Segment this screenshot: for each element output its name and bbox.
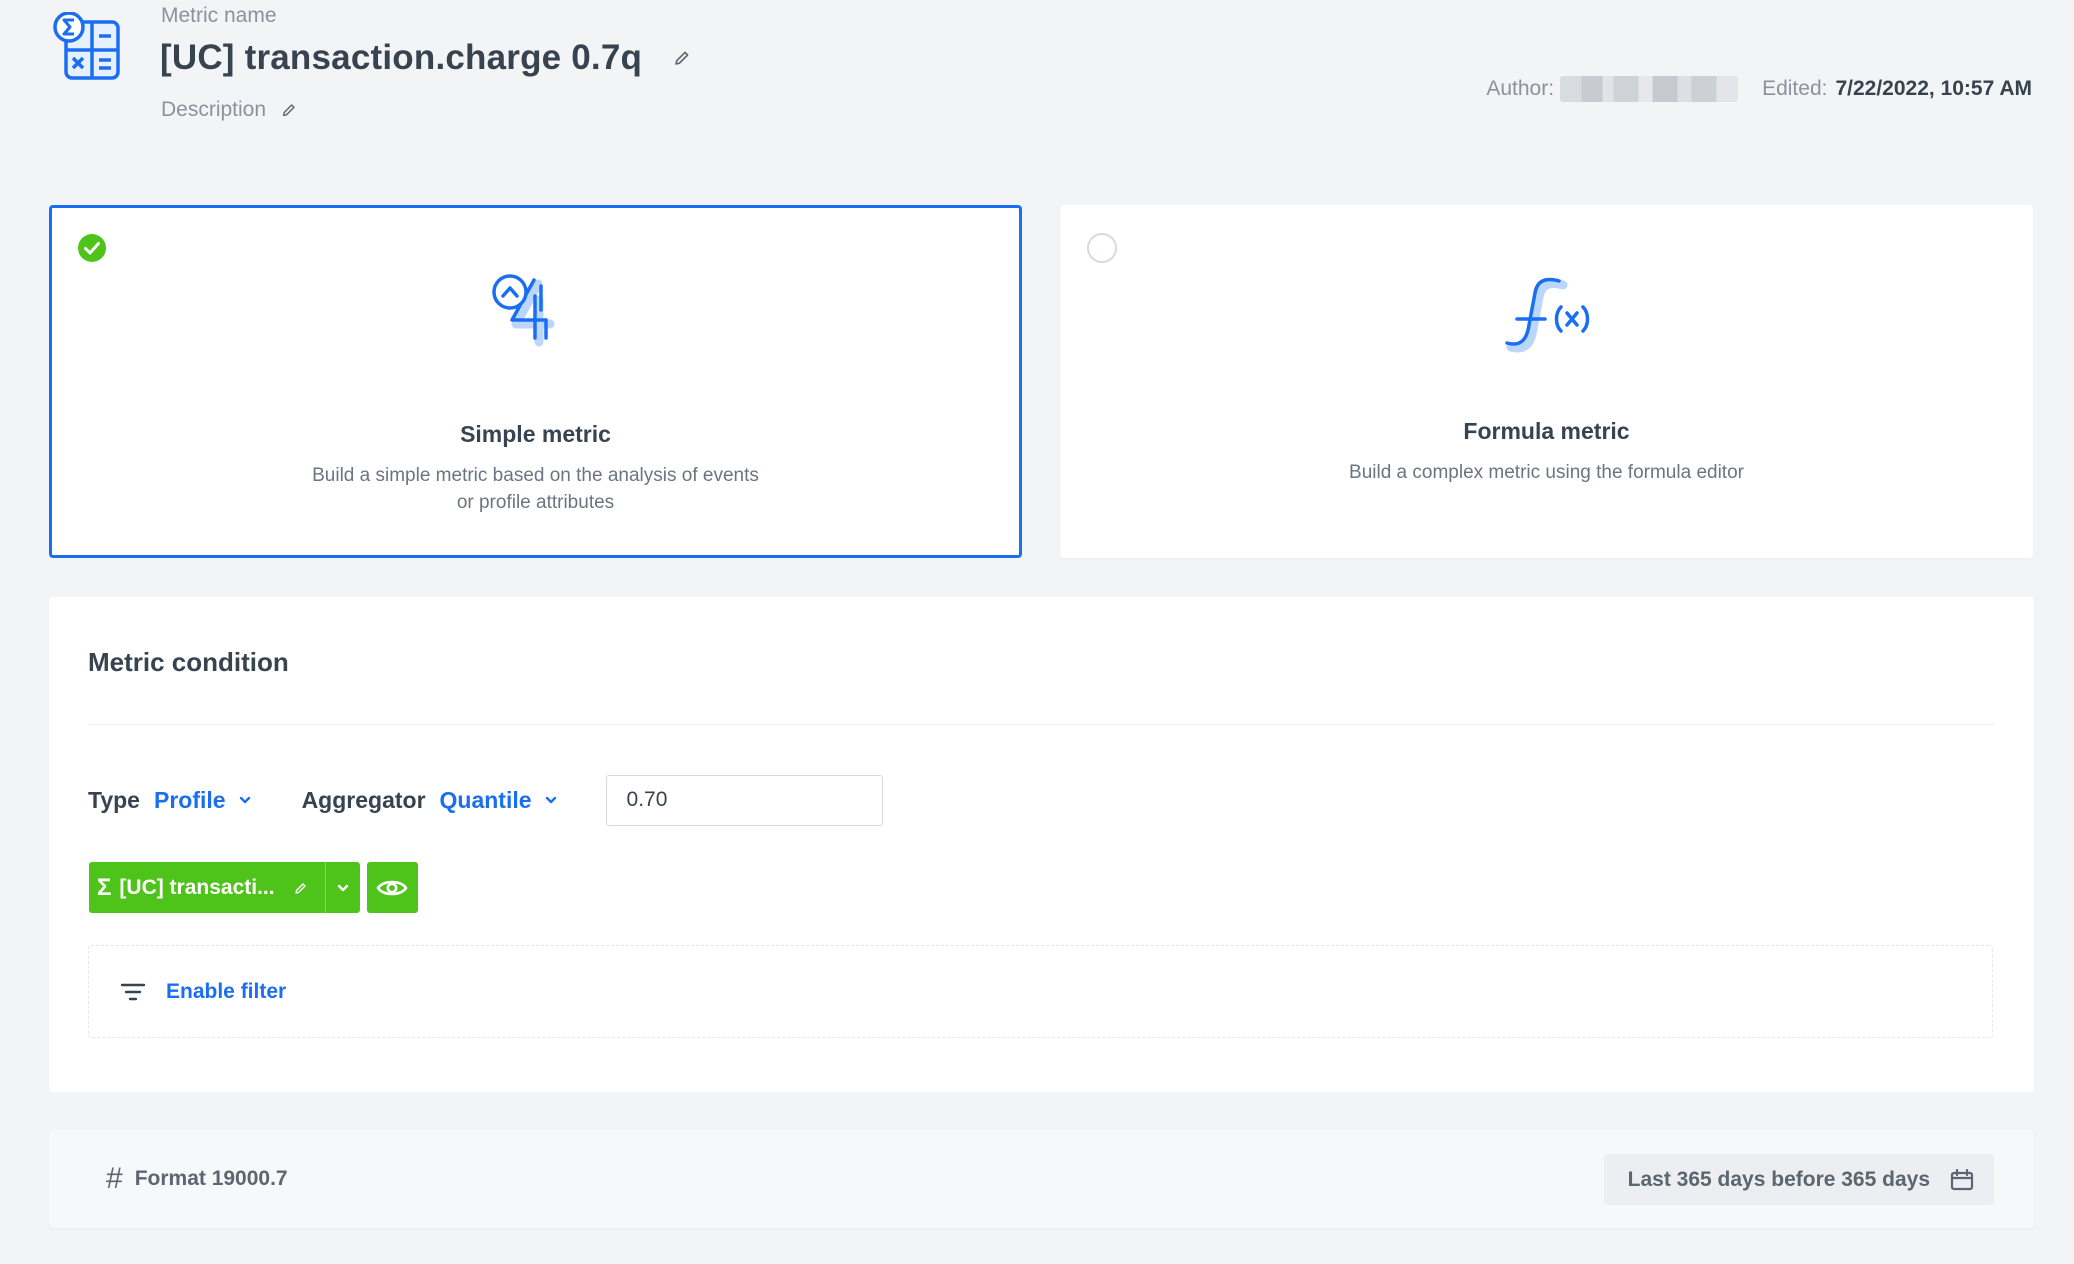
- date-range-label: Last 365 days before 365 days: [1627, 1167, 1930, 1191]
- sigma-icon: Σ: [97, 873, 112, 901]
- chevron-down-icon: [239, 796, 250, 804]
- simple-metric-title: Simple metric: [460, 421, 611, 447]
- author-label: Author:: [1486, 77, 1555, 100]
- selected-check-icon: [78, 234, 106, 262]
- metric-header: Metric name [UC] transaction.charge 0.7q…: [0, 0, 2074, 160]
- aggregator-label: Aggregator: [301, 786, 426, 813]
- metric-condition-title: Metric condition: [88, 647, 289, 677]
- calendar-icon: [1950, 1168, 1974, 1190]
- aggregator-dropdown[interactable]: Quantile: [440, 787, 558, 814]
- simple-metric-icon: [491, 274, 554, 347]
- type-label: Type: [88, 786, 140, 813]
- edit-attribute-icon[interactable]: [293, 880, 309, 896]
- preview-button[interactable]: [366, 862, 418, 913]
- format-label: Format 19000.7: [134, 1167, 288, 1190]
- attribute-pill[interactable]: Σ [UC] transacti...: [89, 862, 360, 913]
- description-label[interactable]: Description: [161, 98, 266, 122]
- formula-metric-description: Build a complex metric using the formula…: [1349, 462, 1744, 483]
- condition-settings-row: Type Profile Aggregator Quantile: [88, 772, 883, 828]
- filter-icon: [120, 983, 146, 1000]
- aggregator-dropdown-value: Quantile: [439, 786, 532, 813]
- date-range-button[interactable]: Last 365 days before 365 days: [1603, 1154, 1994, 1205]
- enable-filter-link[interactable]: Enable filter: [166, 980, 286, 1004]
- quantile-input[interactable]: [605, 774, 883, 826]
- hash-icon: #: [106, 1162, 123, 1195]
- edit-title-icon[interactable]: [672, 48, 692, 68]
- metric-meta: Author: Edited: 7/22/2022, 10:57 AM: [1486, 76, 2032, 102]
- metric-title-row: [UC] transaction.charge 0.7q: [160, 38, 692, 78]
- chevron-down-icon[interactable]: [336, 881, 350, 895]
- formula-metric-card[interactable]: Formula metric Build a complex metric us…: [1060, 205, 2033, 558]
- simple-metric-description: Build a simple metric based on the analy…: [312, 465, 759, 513]
- enable-filter-box[interactable]: Enable filter: [88, 945, 1993, 1038]
- type-dropdown[interactable]: Profile: [154, 787, 252, 814]
- eye-icon: [376, 880, 408, 895]
- description-row: Description: [161, 98, 298, 122]
- format-selector[interactable]: # Format 19000.7: [106, 1130, 288, 1228]
- edit-description-icon[interactable]: [280, 101, 298, 119]
- attribute-pill-label: [UC] transacti...: [119, 875, 275, 899]
- edited-timestamp: 7/22/2022, 10:57 AM: [1835, 77, 2032, 100]
- type-dropdown-value: Profile: [153, 786, 226, 813]
- chevron-down-icon: [545, 796, 556, 804]
- simple-metric-card[interactable]: Simple metric Build a simple metric base…: [49, 205, 1022, 558]
- divider: [88, 724, 1995, 725]
- edited-label: Edited:: [1762, 77, 1828, 100]
- metric-title[interactable]: [UC] transaction.charge 0.7q: [160, 38, 642, 78]
- metric-condition-panel: Metric condition Type Profile Aggregator…: [49, 597, 2034, 1092]
- calculator-metric-icon: [53, 12, 120, 80]
- unselected-radio[interactable]: [1087, 233, 1117, 263]
- attribute-row: Σ [UC] transacti...: [89, 862, 418, 913]
- metric-footer: # Format 19000.7 Last 365 days before 36…: [49, 1130, 2034, 1228]
- metric-name-label: Metric name: [161, 4, 277, 27]
- formula-metric-title: Formula metric: [1463, 418, 1630, 444]
- formula-metric-icon: [1504, 277, 1589, 353]
- author-name-redacted: [1560, 76, 1739, 102]
